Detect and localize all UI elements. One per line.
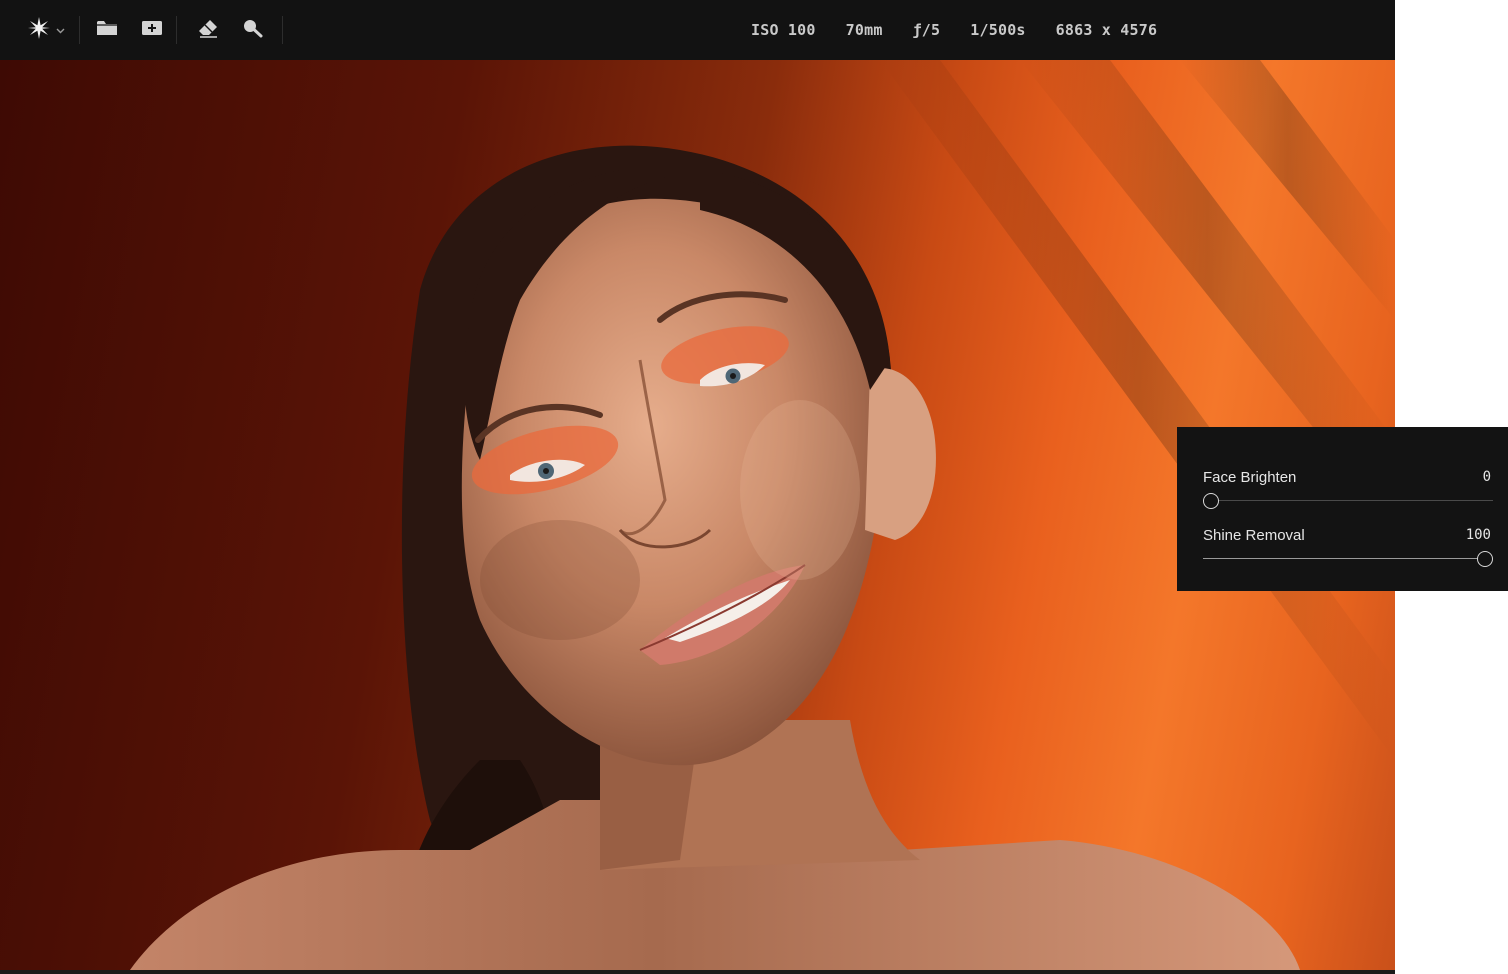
face-brighten-slider[interactable] bbox=[1203, 493, 1493, 509]
focal-length-value: 70mm bbox=[845, 21, 883, 39]
brand-menu-button[interactable] bbox=[0, 11, 79, 49]
brand-group bbox=[0, 0, 79, 60]
face-brighten-label: Face Brighten bbox=[1203, 468, 1297, 486]
folder-icon bbox=[96, 19, 118, 42]
slider-fill bbox=[1203, 558, 1485, 559]
top-toolbar: ISO 100 70mm ƒ/5 1/500s 6863 x 4576 bbox=[0, 0, 1395, 60]
exif-info: ISO 100 70mm ƒ/5 1/500s 6863 x 4576 bbox=[751, 0, 1157, 60]
iso-value: ISO 100 bbox=[751, 21, 816, 39]
shine-removal-label: Shine Removal bbox=[1203, 526, 1305, 544]
face-brighten-header: Face Brighten 0 bbox=[1203, 467, 1493, 487]
chevron-down-icon bbox=[56, 21, 65, 39]
shutter-speed-value: 1/500s bbox=[970, 21, 1026, 39]
eraser-tool-button[interactable] bbox=[189, 11, 227, 49]
shine-removal-control: Shine Removal 100 bbox=[1203, 525, 1493, 567]
file-group bbox=[80, 0, 176, 60]
face-brighten-control: Face Brighten 0 bbox=[1203, 467, 1493, 509]
slider-thumb[interactable] bbox=[1203, 493, 1219, 509]
canvas-bottom-border bbox=[0, 970, 1395, 974]
shine-removal-value[interactable]: 100 bbox=[1466, 527, 1491, 543]
sparkle-icon bbox=[28, 16, 50, 44]
slider-thumb[interactable] bbox=[1477, 551, 1493, 567]
add-photo-button[interactable] bbox=[133, 11, 171, 49]
shine-removal-slider[interactable] bbox=[1203, 551, 1493, 567]
face-brighten-value[interactable]: 0 bbox=[1483, 469, 1491, 485]
toolbar-divider bbox=[282, 16, 283, 44]
search-icon bbox=[242, 18, 264, 43]
tool-group bbox=[177, 0, 282, 60]
shine-removal-header: Shine Removal 100 bbox=[1203, 525, 1493, 545]
image-dimensions: 6863 x 4576 bbox=[1055, 21, 1158, 39]
eraser-icon bbox=[197, 18, 219, 43]
open-folder-button[interactable] bbox=[88, 11, 126, 49]
add-photo-icon bbox=[141, 19, 163, 42]
aperture-value: ƒ/5 bbox=[912, 21, 941, 39]
adjustment-panel: Face Brighten 0 Shine Removal 100 bbox=[1177, 427, 1508, 591]
slider-track bbox=[1203, 500, 1493, 501]
search-tool-button[interactable] bbox=[234, 11, 272, 49]
